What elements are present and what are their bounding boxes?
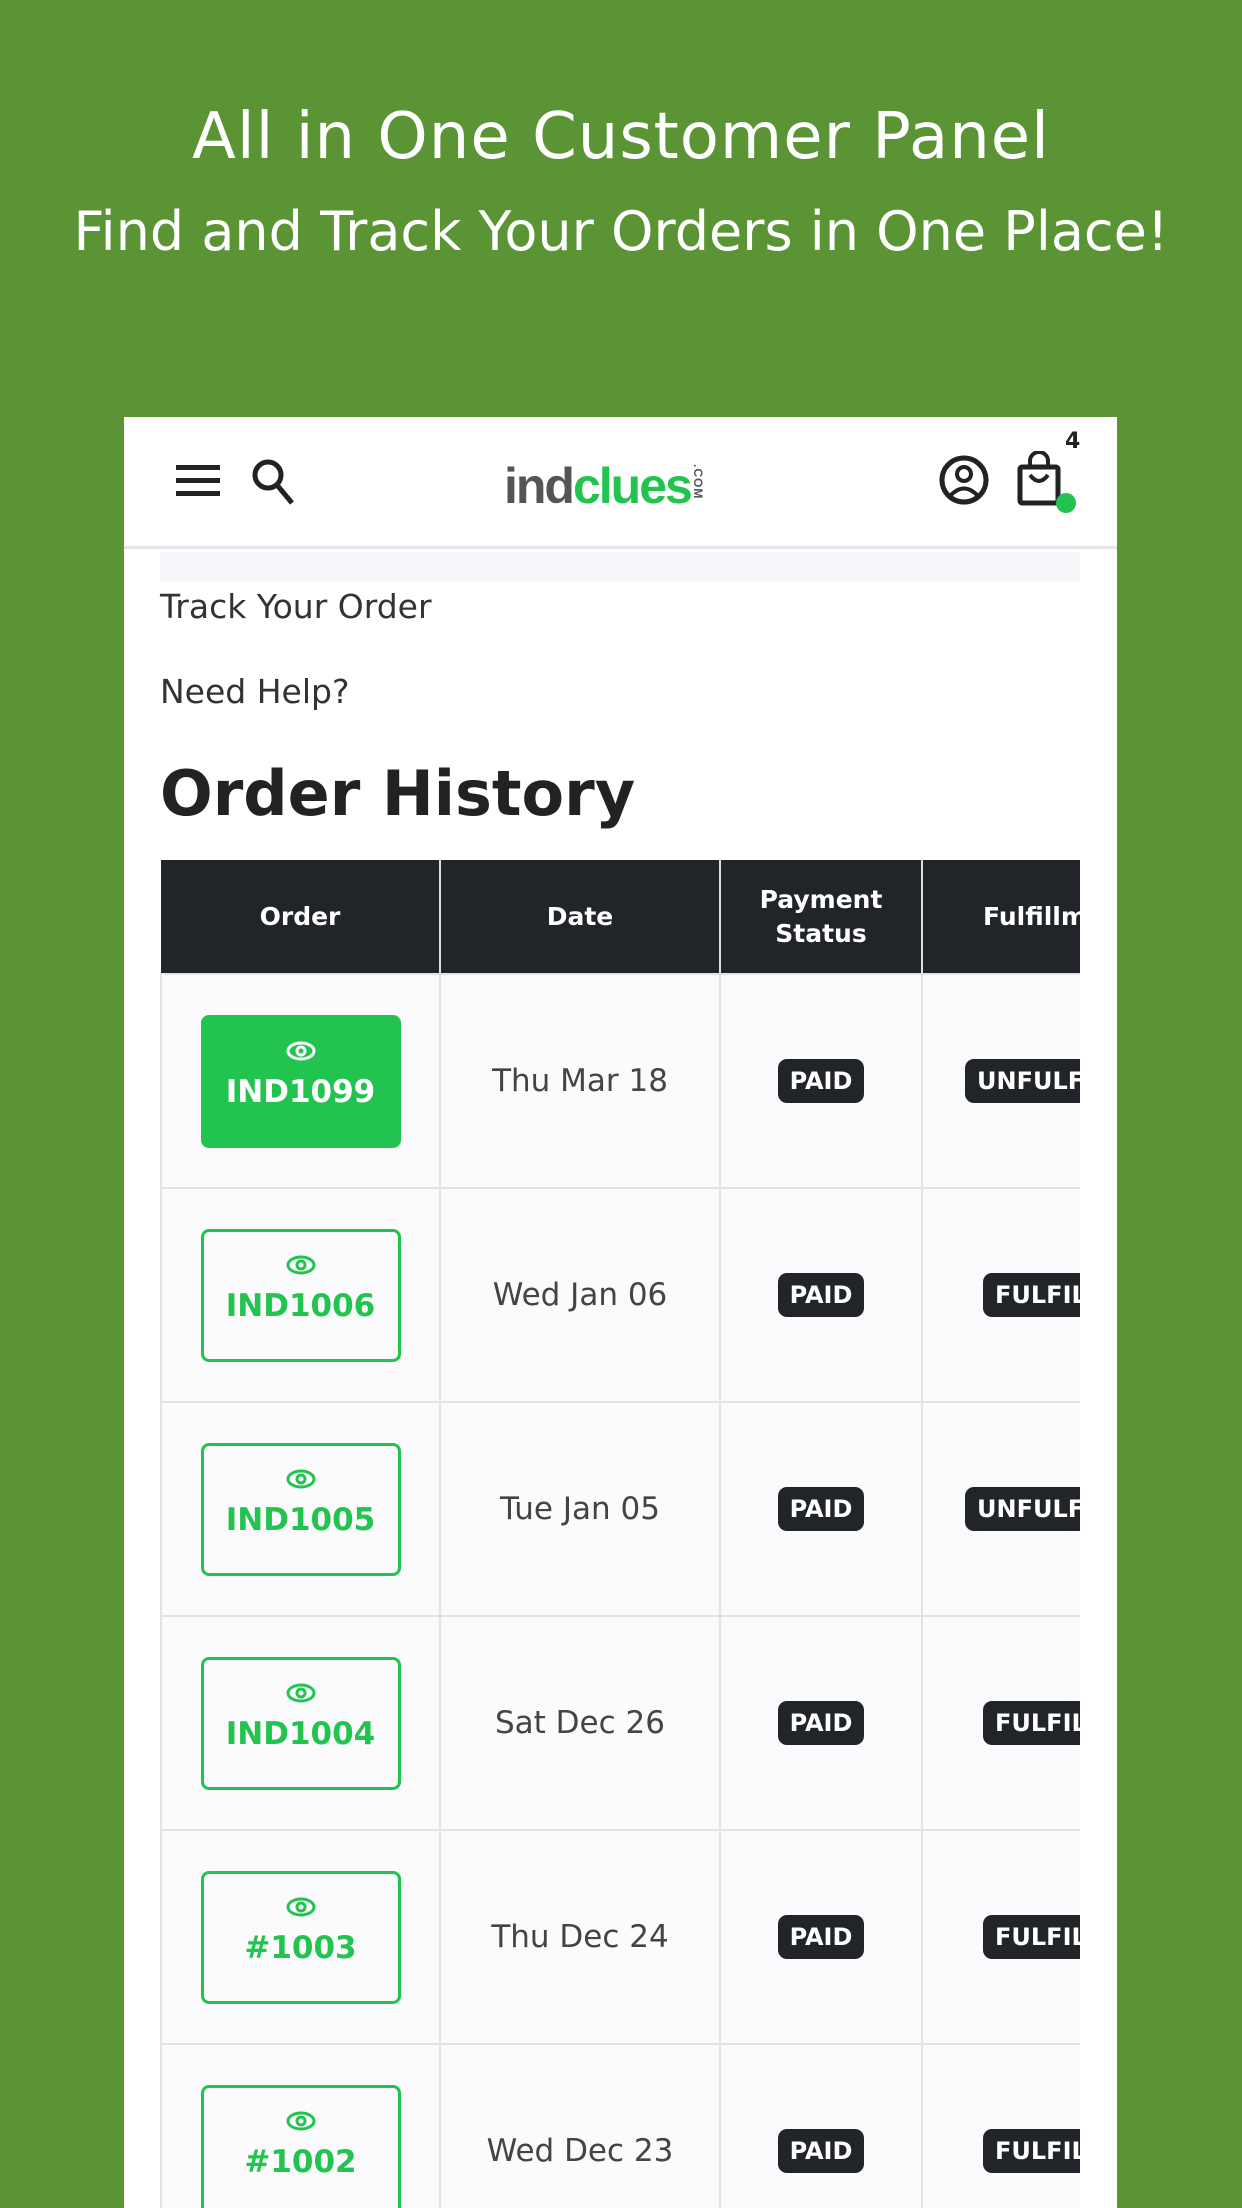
payment-status-badge: PAID	[777, 1273, 865, 1317]
table-row: #1002 Wed Dec 23 PAID FULFILLED	[160, 2043, 1080, 2208]
table-row: IND1006 Wed Jan 06 PAID FULFILLED	[160, 1187, 1080, 1403]
payment-status-badge: PAID	[777, 1915, 865, 1959]
payment-status-badge: PAID	[777, 1701, 865, 1745]
promo-subtitle: Find and Track Your Orders in One Place!	[73, 200, 1169, 263]
fulfillment-status-badge: UNFULFILLED	[965, 1059, 1080, 1103]
eye-icon	[286, 1469, 315, 1488]
column-header-payment-status: Payment Status	[720, 860, 923, 974]
order-view-button[interactable]: IND1006	[200, 1228, 401, 1362]
fulfillment-status-badge: FULFILLED	[983, 2129, 1080, 2173]
order-date: Thu Dec 24	[439, 1829, 721, 2045]
eye-icon	[286, 1897, 315, 1916]
payment-status-badge: PAID	[777, 1487, 865, 1531]
search-icon[interactable]	[250, 457, 296, 507]
cart-count: 4	[1065, 429, 1081, 454]
order-table-scroll[interactable]: Order Date Payment Status Fulfillment St…	[160, 860, 1080, 2208]
order-view-button[interactable]: #1002	[200, 2084, 401, 2208]
page-title: Order History	[160, 757, 636, 830]
banner-strip	[160, 552, 1080, 582]
account-icon[interactable]	[938, 453, 990, 507]
logo[interactable]: indclues.COM	[504, 457, 705, 515]
order-date: Wed Dec 23	[439, 2043, 721, 2208]
fulfillment-status-badge: FULFILLED	[983, 1915, 1080, 1959]
order-view-button[interactable]: IND1005	[200, 1442, 401, 1576]
order-view-button[interactable]: #1003	[200, 1870, 401, 2004]
need-help-link[interactable]: Need Help?	[160, 672, 349, 711]
payment-status-badge: PAID	[777, 2129, 865, 2173]
app-screenshot: indclues.COM 4 Track Your Order Need Hel…	[124, 417, 1117, 2208]
column-header-fulfillment-status: Fulfillment Status	[922, 860, 1080, 974]
order-date: Tue Jan 05	[439, 1401, 721, 1617]
fulfillment-status-badge: FULFILLED	[983, 1273, 1080, 1317]
payment-status-badge: PAID	[777, 1059, 865, 1103]
fulfillment-status-badge: UNFULFILLED	[965, 1487, 1080, 1531]
column-header-date: Date	[440, 860, 721, 974]
promo-title: All in One Customer Panel	[192, 100, 1050, 174]
table-row: IND1004 Sat Dec 26 PAID FULFILLED	[160, 1615, 1080, 1831]
cart-indicator-dot	[1056, 493, 1076, 513]
order-view-button[interactable]: IND1004	[200, 1656, 401, 1790]
eye-icon	[286, 1041, 315, 1060]
column-header-order: Order	[161, 860, 441, 974]
eye-icon	[286, 1255, 315, 1274]
order-history-table: Order Date Payment Status Fulfillment St…	[160, 860, 1080, 2208]
eye-icon	[286, 2111, 315, 2130]
order-date: Wed Jan 06	[439, 1187, 721, 1403]
eye-icon	[286, 1683, 315, 1702]
top-bar: indclues.COM 4	[124, 417, 1117, 549]
menu-icon[interactable]	[176, 463, 220, 499]
table-row: IND1005 Tue Jan 05 PAID UNFULFILLED	[160, 1401, 1080, 1617]
fulfillment-status-badge: FULFILLED	[983, 1701, 1080, 1745]
table-row: #1003 Thu Dec 24 PAID FULFILLED	[160, 1829, 1080, 2045]
order-view-button[interactable]: IND1099	[200, 1014, 401, 1148]
table-row: IND1099 Thu Mar 18 PAID UNFULFILLED	[160, 973, 1080, 1189]
track-order-link[interactable]: Track Your Order	[160, 587, 432, 626]
order-date: Thu Mar 18	[439, 973, 721, 1189]
order-date: Sat Dec 26	[439, 1615, 721, 1831]
